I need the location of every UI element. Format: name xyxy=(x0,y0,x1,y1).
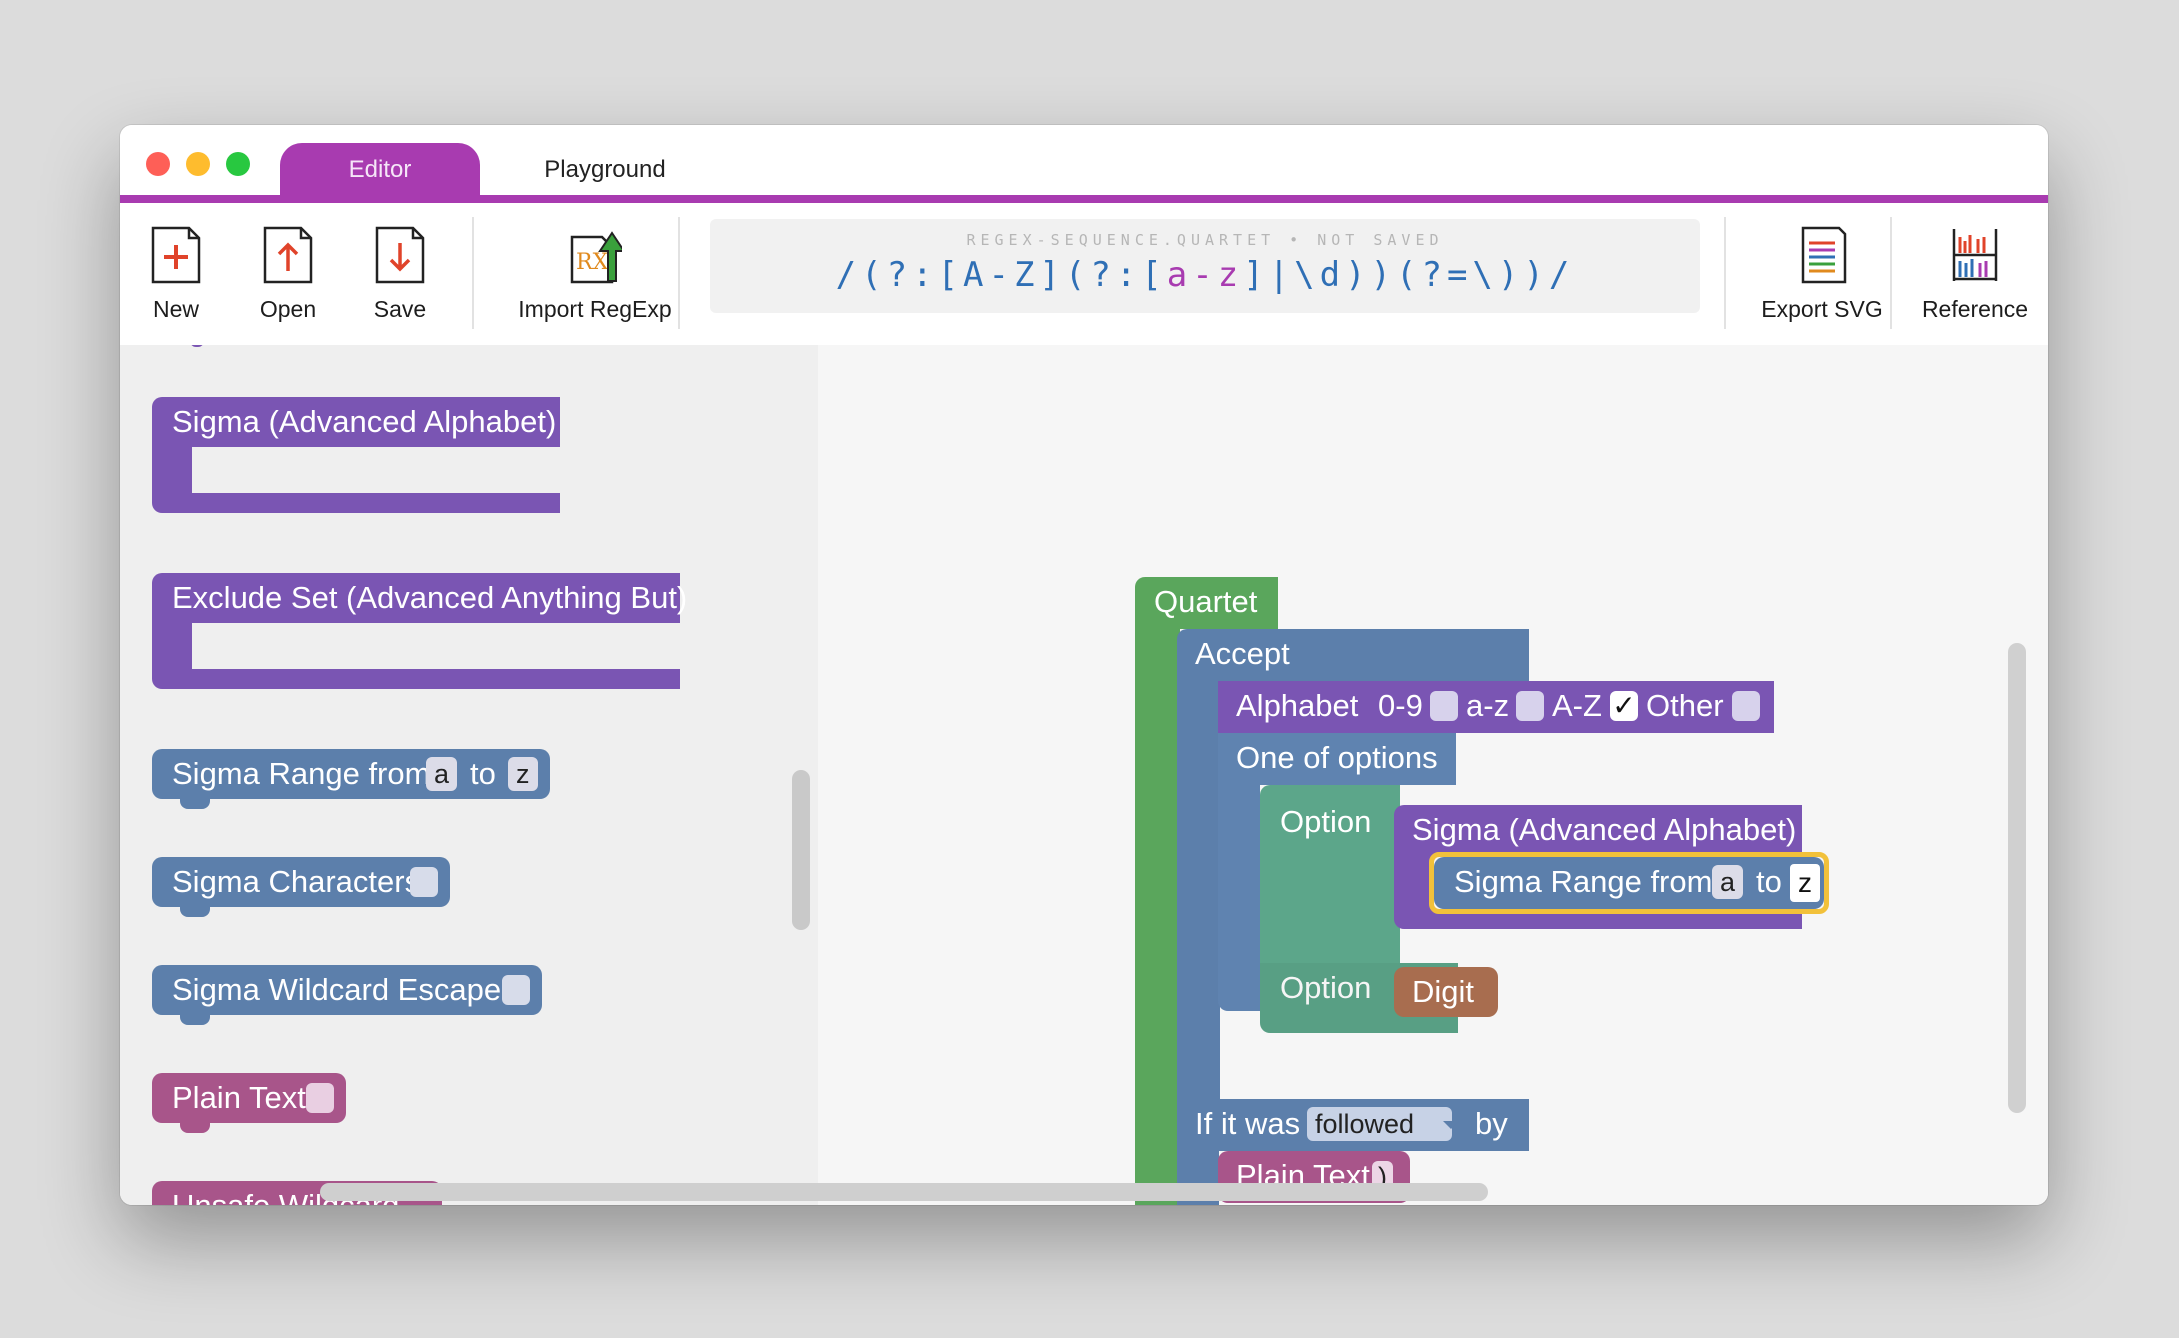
save-file-icon xyxy=(375,226,425,284)
characters-field[interactable] xyxy=(410,867,438,897)
regex-preview: REGEX-SEQUENCE.QUARTET • NOT SAVED /(?:[… xyxy=(710,219,1700,313)
toolbar-separator xyxy=(1890,217,1892,329)
option-2-label: Option xyxy=(1280,970,1372,1005)
option-other-checkbox[interactable] xyxy=(1732,691,1760,721)
scrolled-block-fragment xyxy=(190,345,204,347)
toolbox-sigma-characters-block[interactable]: Sigma Characters xyxy=(152,857,450,917)
save-button[interactable]: Save xyxy=(354,203,446,345)
option-a-z-label: a-z xyxy=(1466,688,1510,723)
workspace-canvas: Quartet Accept Alphabet 0-9 a-z A-Z ✓ Ot… xyxy=(818,345,2048,1205)
range-to-field[interactable]: z xyxy=(508,757,538,791)
by-label: by xyxy=(1475,1106,1508,1141)
toolbar-separator xyxy=(472,217,474,329)
new-file-icon xyxy=(151,226,201,284)
open-label: Open xyxy=(259,296,317,322)
import-regexp-label: Import RegExp xyxy=(518,296,672,322)
option-1-label: Option xyxy=(1280,804,1372,839)
option-A-Z-label: A-Z xyxy=(1552,688,1602,723)
toolbox-plain-text-block[interactable]: Plain Text xyxy=(152,1073,346,1133)
open-file-icon xyxy=(263,226,313,284)
toolbox-sigma-wildcard-block[interactable]: Sigma Wildcard Escapes xyxy=(152,965,542,1025)
option-0-9-label: 0-9 xyxy=(1378,688,1423,723)
digit-block[interactable]: Digit xyxy=(1394,967,1498,1017)
accept-label: Accept xyxy=(1195,636,1290,671)
toolbox-panel: Sigma (Advanced Alphabet) Exclude Set (A… xyxy=(120,345,818,1205)
export-svg-button[interactable]: Export SVG xyxy=(1742,203,1902,345)
new-button[interactable]: New xyxy=(130,203,222,345)
block-label: Plain Text xyxy=(172,1080,306,1115)
regex-filename: REGEX-SEQUENCE.QUARTET • NOT SAVED xyxy=(966,231,1444,249)
chevron-down-icon xyxy=(1443,1121,1459,1129)
import-regexp-icon: RX xyxy=(570,231,622,284)
tab-editor[interactable]: Editor xyxy=(280,143,480,195)
workspace-vertical-scrollbar[interactable] xyxy=(2008,643,2026,1113)
app-window: Editor Playground New Open Save RX Impor… xyxy=(120,125,2048,1205)
import-regexp-button[interactable]: RX Import RegExp xyxy=(495,203,695,345)
toolbox-sigma-range-block[interactable]: Sigma Range from a to z xyxy=(152,749,550,809)
export-svg-icon xyxy=(1801,226,1847,284)
workspace-horizontal-scrollbar[interactable] xyxy=(320,1183,1488,1201)
regex-expression: /(?:[A-Z](?:[a-z]|\d))(?=\))/ xyxy=(710,255,1700,295)
reference-button[interactable]: Reference xyxy=(1910,203,2040,345)
toolbox-scrollbar[interactable] xyxy=(792,770,810,930)
block-label: Sigma Wildcard Escapes xyxy=(172,972,517,1007)
toolbar-separator xyxy=(1724,217,1726,329)
option-other-label: Other xyxy=(1646,688,1724,723)
followed-dropdown[interactable]: followed xyxy=(1307,1107,1453,1141)
reference-label: Reference xyxy=(1921,296,2029,322)
selection-outline xyxy=(1429,852,1829,914)
range-to-label: to xyxy=(470,756,496,791)
option-0-9-checkbox[interactable] xyxy=(1430,691,1458,721)
wildcard-field[interactable] xyxy=(502,975,530,1005)
title-bar: Editor Playground xyxy=(120,125,2048,195)
reference-icon xyxy=(1952,229,1998,281)
sigma-advanced-label: Sigma (Advanced Alphabet) xyxy=(1412,812,1797,847)
tab-underline xyxy=(120,195,2048,203)
alphabet-block[interactable]: Alphabet 0-9 a-z A-Z ✓ Other xyxy=(1218,681,1774,733)
svg-text:RX: RX xyxy=(576,250,609,275)
block-label: Exclude Set (Advanced Anything But) xyxy=(172,580,688,615)
option-a-z-checkbox[interactable] xyxy=(1516,691,1544,721)
zoom-window-button[interactable] xyxy=(226,152,250,176)
regex-part-2: ]|\d))(?=\))/ xyxy=(1243,255,1575,295)
new-label: New xyxy=(152,296,199,322)
minimize-window-button[interactable] xyxy=(186,152,210,176)
regex-highlight: a-z xyxy=(1166,255,1244,295)
close-window-button[interactable] xyxy=(146,152,170,176)
regex-part-1: /(?:[A-Z](?:[ xyxy=(835,255,1167,295)
toolbar-separator xyxy=(678,217,680,329)
digit-label: Digit xyxy=(1412,974,1475,1009)
alphabet-label: Alphabet xyxy=(1236,688,1359,723)
option-A-Z-checkbox[interactable]: ✓ xyxy=(1610,691,1638,721)
block-label: Sigma Characters xyxy=(172,864,421,899)
quartet-label: Quartet xyxy=(1154,584,1258,619)
block-label: Sigma Range from xyxy=(172,756,431,791)
open-button[interactable]: Open xyxy=(242,203,334,345)
toolbar: New Open Save RX Import RegExp REGEX-SEQ… xyxy=(120,203,2048,345)
if-it-was-label: If it was xyxy=(1195,1106,1301,1141)
save-label: Save xyxy=(373,296,427,322)
one-of-options-label: One of options xyxy=(1236,740,1438,775)
range-from-field[interactable]: a xyxy=(426,757,458,791)
export-svg-label: Export SVG xyxy=(1761,296,1883,322)
block-label: Sigma (Advanced Alphabet) xyxy=(172,404,557,439)
tab-playground[interactable]: Playground xyxy=(505,143,705,195)
plain-text-field[interactable] xyxy=(306,1083,334,1113)
